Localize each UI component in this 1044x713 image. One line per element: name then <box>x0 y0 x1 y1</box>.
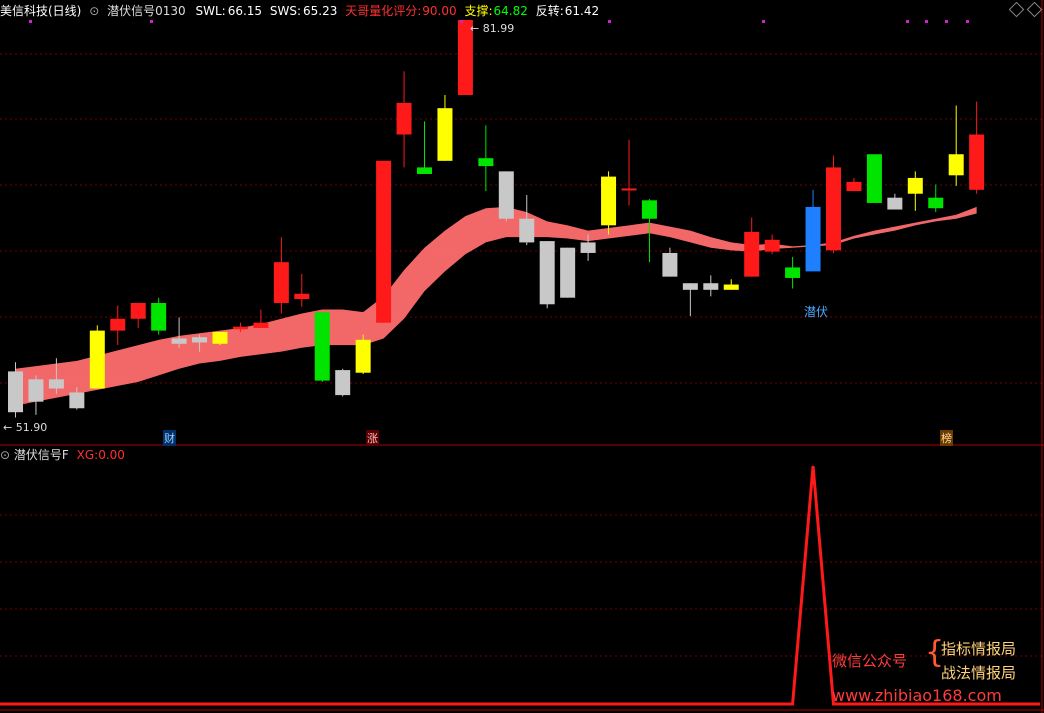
subpanel-title[interactable]: 潜伏信号F <box>14 448 69 462</box>
candle-body <box>151 302 167 331</box>
score-value: 90.00 <box>422 4 457 18</box>
subpanel-header: ⊙ 潜伏信号F XG:0.00 <box>0 446 125 463</box>
signal-dot <box>460 20 463 23</box>
candle-body <box>866 154 882 203</box>
candle-body <box>907 177 923 194</box>
watermark-url[interactable]: www.zhibiao168.com <box>832 686 1002 705</box>
candle-body <box>335 370 351 396</box>
signal-dot <box>906 20 909 23</box>
watermark-right2: 战法情报局 <box>941 664 1017 682</box>
signal-dot <box>945 20 948 23</box>
candle-body <box>764 239 780 252</box>
candle-body <box>580 242 596 253</box>
signal-dot <box>762 20 765 23</box>
candle-body <box>703 283 719 290</box>
kline-chart <box>0 0 1044 713</box>
signal-dot <box>966 20 969 23</box>
candle-body <box>417 167 432 174</box>
candle-body <box>294 293 310 300</box>
candle-body <box>846 181 862 192</box>
candle-body <box>928 197 944 209</box>
candle-body <box>682 283 698 290</box>
xg-value: 0.00 <box>98 448 125 462</box>
tag-cai[interactable]: 财 <box>163 430 176 446</box>
signal-dot <box>150 20 153 23</box>
candle-body <box>621 188 637 191</box>
tag-zhang[interactable]: 涨 <box>366 430 379 446</box>
support-label: 支撑: <box>464 4 493 18</box>
sws-label: SWS: <box>269 4 302 18</box>
candle-body <box>887 197 903 210</box>
signal-label: 潜伏 <box>804 305 829 319</box>
indicator-collapse-icon[interactable]: ⊙ <box>89 4 99 18</box>
watermark-left: 微信公众号 <box>832 652 908 670</box>
candle-body <box>212 331 228 344</box>
chart-header: 美信科技(日线) ⊙ 潜伏信号0130 SWL: 66.15 SWS: 65.23 … <box>0 2 603 20</box>
candle-body <box>805 206 821 272</box>
candle-body <box>171 338 187 344</box>
candle-body <box>478 158 494 167</box>
signal-dot <box>608 20 611 23</box>
stock-name[interactable]: 美信科技(日线) <box>0 4 81 18</box>
sws-value: 65.23 <box>303 4 338 18</box>
candle-body <box>519 218 535 243</box>
reverse-label: 反转: <box>535 4 564 18</box>
candle-body <box>69 392 85 409</box>
watermark-right1: 指标情报局 <box>941 640 1017 658</box>
candle-body <box>539 241 555 305</box>
candle-body <box>641 200 657 219</box>
candle-body <box>273 262 289 303</box>
candle-body <box>785 267 801 278</box>
candle-body <box>498 171 514 219</box>
candle-body <box>601 176 617 226</box>
candle-body <box>662 252 678 277</box>
candle-body <box>130 302 146 319</box>
candle-body <box>723 284 739 290</box>
candle-body <box>948 154 964 176</box>
candle-body <box>314 312 330 381</box>
support-value: 64.82 <box>493 4 528 18</box>
candle-body <box>192 337 208 343</box>
candle-body <box>969 134 985 190</box>
candle-body <box>826 167 841 251</box>
candle-body <box>8 371 23 413</box>
max-price-label: ← 81.99 <box>470 22 515 35</box>
indicator-name[interactable]: 潜伏信号0130 <box>107 4 186 18</box>
swl-value: 66.15 <box>227 4 263 18</box>
signal-dot <box>29 20 32 23</box>
candle-body <box>89 330 105 389</box>
tag-bang[interactable]: 榜 <box>940 430 953 446</box>
xg-label: XG: <box>76 448 99 462</box>
subpanel-collapse-icon[interactable]: ⊙ <box>0 448 10 462</box>
candle-body <box>744 231 760 277</box>
signal-dot <box>925 20 928 23</box>
candle-body <box>437 108 453 161</box>
candle-body <box>376 160 392 323</box>
reverse-value: 61.42 <box>564 4 600 18</box>
candle-body <box>253 322 269 328</box>
swl-label: SWL: <box>195 4 226 18</box>
candle-body <box>48 379 64 389</box>
candle-body <box>110 318 126 331</box>
candle-body <box>396 102 412 135</box>
candle-body <box>560 247 576 298</box>
candle-body <box>28 379 44 402</box>
candle-body <box>232 326 248 330</box>
score-label: 天哥量化评分: <box>345 4 422 18</box>
min-price-label: ← 51.90 <box>3 421 48 434</box>
candle-body <box>355 339 371 373</box>
